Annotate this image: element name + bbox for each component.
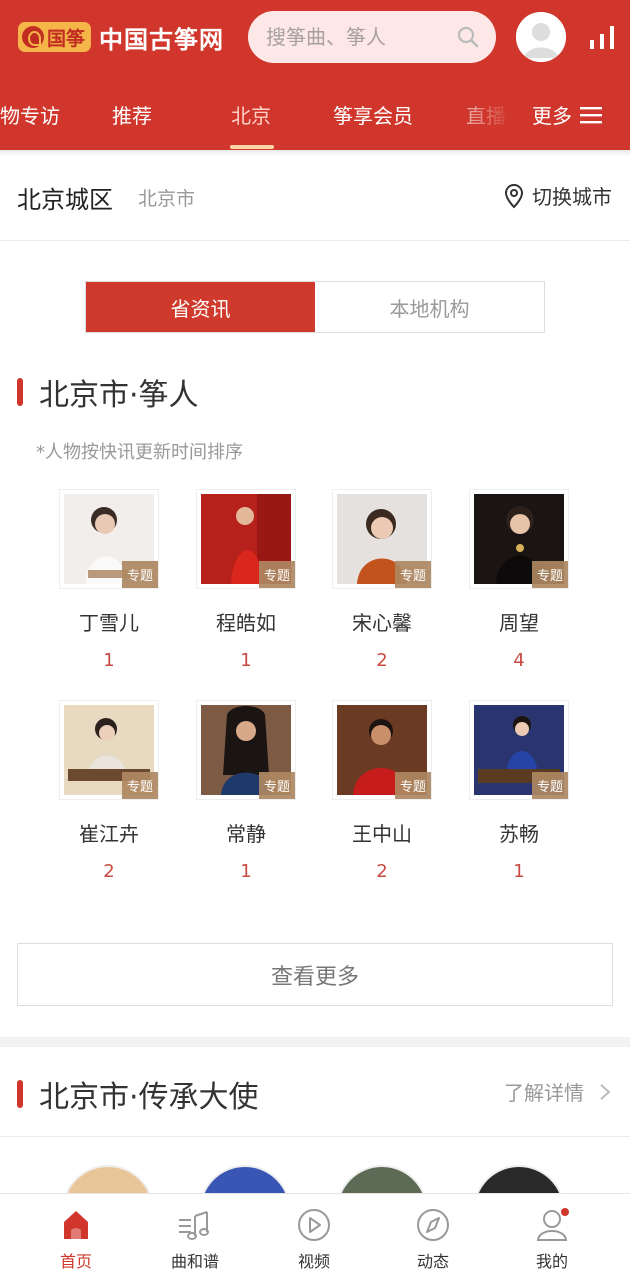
person-photo: 专题	[469, 489, 569, 589]
person-card[interactable]: 专题 常静 1	[186, 700, 306, 882]
person-card[interactable]: 专题 丁雪儿 1	[49, 489, 169, 671]
person-card[interactable]: 专题 宋心馨 2	[322, 489, 442, 671]
nav-active-indicator	[230, 145, 274, 149]
divider	[0, 1136, 630, 1137]
person-name: 程皓如	[216, 611, 276, 635]
tab-me[interactable]: 我的	[489, 1194, 615, 1281]
ambassador-section-title: 北京市·传承大使	[39, 1080, 259, 1115]
person-count: 1	[240, 861, 252, 882]
info-segment-control: 省资讯 本地机构	[85, 281, 545, 333]
nav-more-label: 更多	[532, 104, 572, 128]
tab-feed[interactable]: 动态	[370, 1194, 496, 1281]
people-section-title: 北京市·筝人	[39, 378, 199, 413]
person-count: 4	[513, 650, 525, 671]
chevron-right-icon	[600, 1083, 611, 1100]
tab-home[interactable]: 首页	[13, 1194, 139, 1281]
search-input[interactable]	[266, 23, 446, 51]
section-gap	[0, 1037, 630, 1047]
avatar-placeholder-icon	[516, 12, 566, 62]
person-name: 周望	[499, 611, 539, 635]
nav-item-recommend[interactable]: 推荐	[112, 100, 152, 129]
person-count: 2	[376, 650, 388, 671]
person-photo: 专题	[59, 700, 159, 800]
nav-more-button[interactable]: 更多	[532, 100, 602, 129]
ranking-icon[interactable]	[588, 24, 616, 50]
topic-badge: 专题	[531, 561, 568, 588]
search-icon[interactable]	[456, 25, 480, 49]
menu-icon	[580, 106, 602, 123]
person-photo: 专题	[196, 700, 296, 800]
person-name: 常静	[226, 822, 266, 846]
person-card[interactable]: 专题 崔江卉 2	[49, 700, 169, 882]
site-logo[interactable]: 国筝 中国古筝网	[18, 20, 224, 54]
topic-badge: 专题	[258, 772, 295, 799]
learn-more-label: 了解详情	[504, 1081, 584, 1105]
person-name: 崔江卉	[79, 822, 139, 846]
person-photo: 专题	[332, 489, 432, 589]
topic-badge: 专题	[121, 561, 158, 588]
tab-video[interactable]: 视频	[251, 1194, 377, 1281]
tab-label: 首页	[59, 1252, 92, 1271]
tab-label: 我的	[535, 1252, 568, 1271]
tab-music-score[interactable]: 曲和谱	[132, 1194, 258, 1281]
person-name: 王中山	[352, 822, 412, 846]
switch-city-label: 切换城市	[532, 185, 612, 209]
video-play-icon	[298, 1209, 330, 1241]
person-count: 1	[240, 650, 252, 671]
tab-label: 动态	[416, 1252, 449, 1271]
search-box[interactable]	[248, 11, 496, 63]
tab-label: 曲和谱	[170, 1252, 219, 1271]
notification-dot	[561, 1208, 569, 1216]
topic-badge: 专题	[394, 561, 431, 588]
person-count: 1	[103, 650, 115, 671]
segment-local-institutions[interactable]: 本地机构	[315, 282, 544, 332]
person-photo: 专题	[469, 700, 569, 800]
user-icon	[536, 1208, 569, 1241]
person-photo: 专题	[332, 700, 432, 800]
person-photo: 专题	[196, 489, 296, 589]
topic-badge: 专题	[121, 772, 158, 799]
music-score-icon	[179, 1211, 209, 1240]
topic-badge: 专题	[394, 772, 431, 799]
home-icon	[64, 1211, 88, 1239]
location-pin-icon	[504, 183, 524, 208]
avatar[interactable]	[516, 12, 566, 62]
section-accent-bar	[17, 378, 23, 406]
logo-text: 中国古筝网	[99, 25, 225, 54]
view-more-button[interactable]: 查看更多	[17, 943, 613, 1006]
nav-item-interview[interactable]: 物专访	[0, 100, 60, 129]
person-name: 苏畅	[499, 822, 539, 846]
section-accent-bar	[17, 1080, 23, 1108]
person-card[interactable]: 专题 程皓如 1	[186, 489, 306, 671]
city-bar: 北京城区 北京市 切换城市	[0, 156, 630, 241]
ambassador-section-header: 北京市·传承大使	[17, 1072, 259, 1116]
person-count: 2	[376, 861, 388, 882]
city-title: 北京城区	[17, 186, 113, 214]
person-count: 1	[513, 861, 525, 882]
switch-city-button[interactable]: 切换城市	[504, 181, 612, 210]
topic-badge: 专题	[531, 772, 568, 799]
person-name: 宋心馨	[352, 611, 412, 635]
people-section-header: 北京市·筝人	[17, 370, 199, 414]
person-card[interactable]: 专题 王中山 2	[322, 700, 442, 882]
topic-badge: 专题	[258, 561, 295, 588]
compass-icon	[417, 1209, 449, 1241]
logo-badge-text: 国筝	[47, 27, 86, 50]
person-card[interactable]: 专题 周望 4	[459, 489, 579, 671]
nav-item-member[interactable]: 筝享会员	[333, 100, 413, 129]
learn-more-link[interactable]: 了解详情	[504, 1077, 612, 1106]
logo-emblem-icon	[22, 26, 44, 48]
tab-label: 视频	[297, 1252, 330, 1271]
person-card[interactable]: 专题 苏畅 1	[459, 700, 579, 882]
city-subtitle: 北京市	[138, 188, 196, 210]
nav-fade-overlay	[456, 86, 512, 146]
segment-province-news[interactable]: 省资讯	[86, 282, 315, 332]
person-count: 2	[103, 861, 115, 882]
bottom-tab-bar: 首页 曲和谱 视频 动态 我的	[0, 1193, 630, 1281]
nav-item-beijing[interactable]: 北京	[231, 100, 271, 129]
person-name: 丁雪儿	[79, 611, 139, 635]
logo-badge: 国筝	[18, 22, 92, 52]
sort-note: *人物按快讯更新时间排序	[36, 442, 243, 463]
person-photo: 专题	[59, 489, 159, 589]
